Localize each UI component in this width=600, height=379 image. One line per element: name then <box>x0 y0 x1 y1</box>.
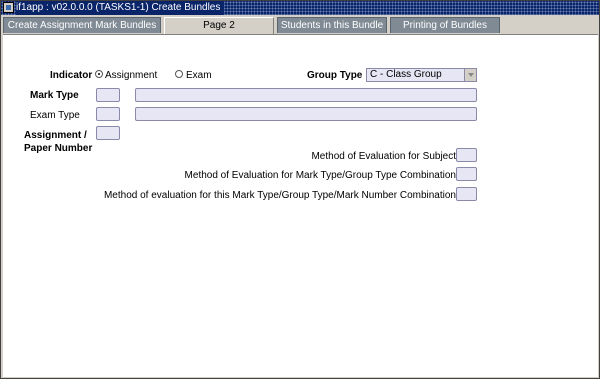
assignment-radio-label[interactable]: Assignment <box>105 70 157 81</box>
title-bar[interactable]: if1app : v02.0.0.0 (TASKS1-1) Create Bun… <box>1 1 599 15</box>
tab-page-2[interactable]: Page 2 <box>164 17 274 34</box>
form-panel: Indicator Assignment Exam Group Type C -… <box>3 34 598 377</box>
group-type-label: Group Type <box>307 70 363 81</box>
app-window: if1app : v02.0.0.0 (TASKS1-1) Create Bun… <box>0 0 600 379</box>
mark-type-code-field[interactable] <box>96 88 120 102</box>
method-full-field[interactable] <box>456 187 477 201</box>
tab-strip: Create Assignment Mark Bundles Page 2 St… <box>3 17 599 34</box>
assignment-paper-label-line2: Paper Number <box>24 143 93 154</box>
method-subject-label: Method of Evaluation for Subject <box>311 151 456 162</box>
chevron-down-icon[interactable] <box>464 69 476 81</box>
exam-type-code-field[interactable] <box>96 107 120 121</box>
group-type-select[interactable]: C - Class Group <box>366 68 477 82</box>
method-subject-field[interactable] <box>456 148 477 162</box>
indicator-label: Indicator <box>50 70 93 81</box>
exam-type-label: Exam Type <box>30 110 80 121</box>
mark-type-label: Mark Type <box>30 90 79 101</box>
tab-create-assignment-mark-bundles[interactable]: Create Assignment Mark Bundles <box>3 17 161 33</box>
method-full-label: Method of evaluation for this Mark Type/… <box>103 190 456 201</box>
assignment-radio[interactable] <box>95 70 103 78</box>
assignment-paper-label-line1: Assignment / <box>24 130 87 141</box>
window-title: if1app : v02.0.0.0 (TASKS1-1) Create Bun… <box>16 1 225 15</box>
exam-type-description-field[interactable] <box>135 107 477 121</box>
exam-radio[interactable] <box>175 70 183 78</box>
tab-printing-of-bundles[interactable]: Printing of Bundles <box>390 17 500 33</box>
method-combo-label: Method of Evaluation for Mark Type/Group… <box>184 170 456 181</box>
tab-students-in-this-bundle[interactable]: Students in this Bundle <box>277 17 387 33</box>
assignment-paper-number-field[interactable] <box>96 126 120 140</box>
mark-type-description-field[interactable] <box>135 88 477 102</box>
method-combo-field[interactable] <box>456 167 477 181</box>
app-icon[interactable] <box>3 2 14 13</box>
exam-radio-label[interactable]: Exam <box>186 70 212 81</box>
group-type-value: C - Class Group <box>370 69 442 80</box>
